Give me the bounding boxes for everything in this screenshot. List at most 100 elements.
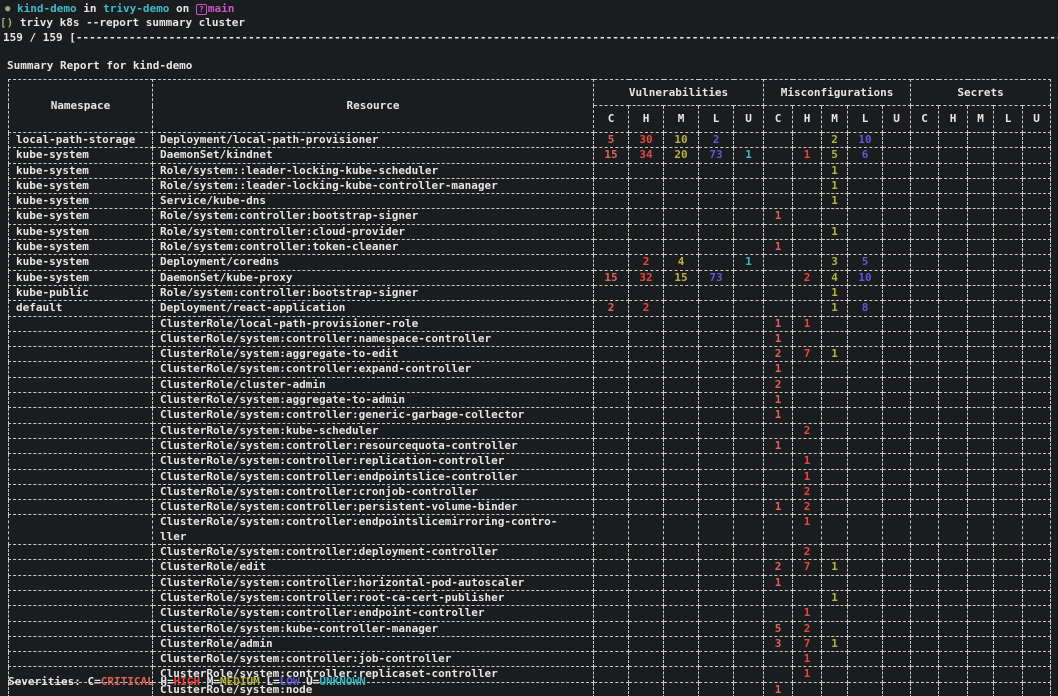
vuln-l-cell (699, 590, 734, 605)
secrets-m-cell (968, 377, 994, 392)
misc-h-cell: 1 (793, 469, 822, 484)
misc-c-cell: 1 (764, 393, 793, 408)
vuln-h-cell (629, 667, 664, 682)
misc-l-cell (848, 347, 883, 362)
secrets-h-cell (939, 423, 968, 438)
misc-c-cell: 1 (764, 209, 793, 224)
vuln-c-cell (594, 438, 629, 453)
misc-c-cell (764, 454, 793, 469)
severity-legend: Severities: C=CRITICAL H=HIGH M=MEDIUM L… (8, 675, 366, 689)
namespace-cell (9, 408, 153, 423)
misc-c-cell: 1 (764, 331, 793, 346)
misc-m-cell (822, 575, 848, 590)
secrets-l-cell (994, 133, 1023, 148)
vuln-m-cell (664, 209, 699, 224)
misc-l-cell (848, 438, 883, 453)
secrets-u-cell (1023, 362, 1051, 377)
vuln-m-cell (664, 347, 699, 362)
misc-u-cell (883, 652, 911, 667)
misc-c-cell (764, 423, 793, 438)
misc-c-cell: 2 (764, 560, 793, 575)
vuln-u-cell (734, 408, 764, 423)
header-secrets-c: C (911, 106, 939, 133)
secrets-m-cell (968, 408, 994, 423)
namespace-cell (9, 636, 153, 651)
resource-cell: Deployment/local-path-provisioner (153, 133, 594, 148)
misc-l-cell (848, 575, 883, 590)
secrets-h-cell (939, 301, 968, 316)
vuln-l-cell (699, 362, 734, 377)
vuln-l-cell (699, 621, 734, 636)
misc-c-cell: 1 (764, 575, 793, 590)
misc-m-cell (822, 545, 848, 560)
vuln-h-cell (629, 560, 664, 575)
vuln-l-cell (699, 163, 734, 178)
resource-cell: ClusterRole/system:controller:persistent… (153, 500, 594, 515)
legend-value: UNKNOWN (319, 675, 365, 688)
vuln-u-cell (734, 194, 764, 209)
vuln-c-cell (594, 560, 629, 575)
vuln-h-cell (629, 194, 664, 209)
secrets-m-cell (968, 270, 994, 285)
resource-cell: ClusterRole/local-path-provisioner-role (153, 316, 594, 331)
misc-u-cell (883, 500, 911, 515)
secrets-m-cell (968, 423, 994, 438)
secrets-u-cell (1023, 408, 1051, 423)
secrets-h-cell (939, 667, 968, 682)
vuln-m-cell (664, 590, 699, 605)
prompt-directory: kind-demo (17, 2, 77, 15)
secrets-h-cell (939, 606, 968, 621)
vuln-m-cell (664, 423, 699, 438)
vuln-m-cell (664, 194, 699, 209)
misc-l-cell (848, 377, 883, 392)
misc-c-cell (764, 270, 793, 285)
resource-cell: Deployment/react-application (153, 301, 594, 316)
namespace-cell (9, 575, 153, 590)
vuln-l-cell (699, 347, 734, 362)
vuln-h-cell (629, 163, 664, 178)
resource-cell: ClusterRole/system:controller:endpointsl… (153, 515, 594, 545)
vuln-u-cell (734, 545, 764, 560)
vuln-m-cell (664, 636, 699, 651)
secrets-l-cell (994, 621, 1023, 636)
vuln-l-cell (699, 575, 734, 590)
vuln-h-cell (629, 240, 664, 255)
secrets-u-cell (1023, 377, 1051, 392)
table-row: ClusterRole/system:controller:resourcequ… (9, 438, 1051, 453)
secrets-m-cell (968, 667, 994, 682)
secrets-u-cell (1023, 545, 1051, 560)
misc-h-cell (793, 301, 822, 316)
vuln-m-cell (664, 393, 699, 408)
resource-cell: ClusterRole/system:aggregate-to-edit (153, 347, 594, 362)
secrets-u-cell (1023, 484, 1051, 499)
secrets-c-cell (911, 606, 939, 621)
misc-u-cell (883, 270, 911, 285)
vuln-h-cell: 2 (629, 301, 664, 316)
namespace-cell: kube-system (9, 209, 153, 224)
terminal-window[interactable]: ● kind-demo in trivy-demo on ?main [) tr… (0, 0, 1058, 696)
misc-c-cell: 5 (764, 621, 793, 636)
secrets-c-cell (911, 148, 939, 163)
misc-m-cell (822, 621, 848, 636)
misc-l-cell: 10 (848, 133, 883, 148)
prompt-on-word: on (176, 2, 189, 15)
resource-cell: Deployment/coredns (153, 255, 594, 270)
secrets-l-cell (994, 636, 1023, 651)
misc-h-cell (793, 178, 822, 193)
secrets-h-cell (939, 560, 968, 575)
secrets-c-cell (911, 636, 939, 651)
misc-l-cell (848, 682, 883, 696)
misc-u-cell (883, 636, 911, 651)
misc-c-cell: 3 (764, 636, 793, 651)
vuln-m-cell: 10 (664, 133, 699, 148)
namespace-cell (9, 316, 153, 331)
header-secrets-u: U (1023, 106, 1051, 133)
secrets-u-cell (1023, 393, 1051, 408)
vuln-u-cell (734, 178, 764, 193)
table-row: ClusterRole/admin371 (9, 636, 1051, 651)
resource-cell: ClusterRole/system:aggregate-to-admin (153, 393, 594, 408)
secrets-l-cell (994, 331, 1023, 346)
vuln-m-cell (664, 316, 699, 331)
misc-u-cell (883, 606, 911, 621)
secrets-c-cell (911, 316, 939, 331)
